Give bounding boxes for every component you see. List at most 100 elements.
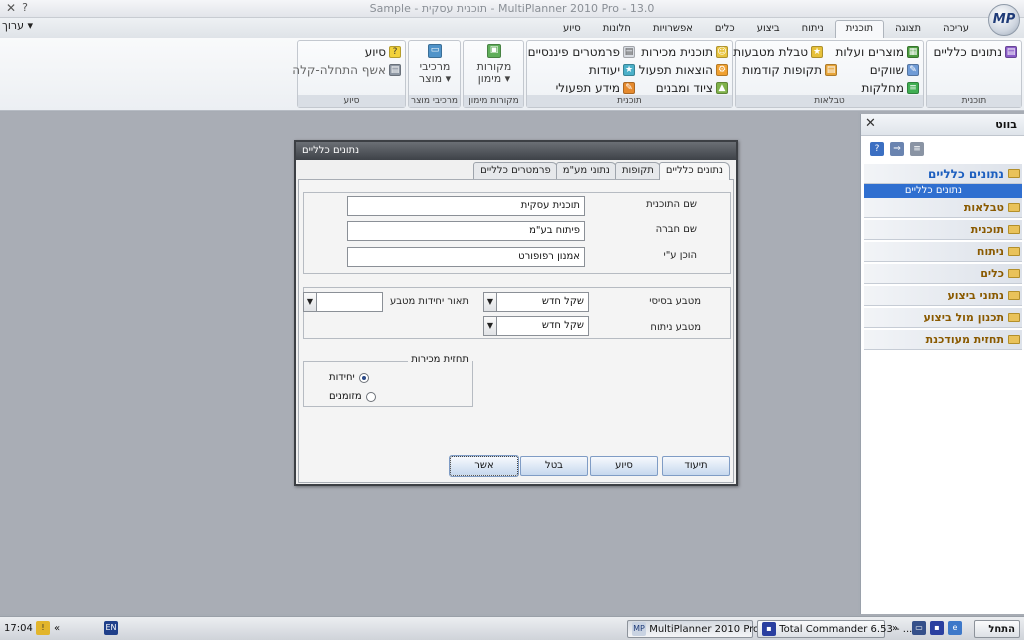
group-label: מרכיבי מוצר — [409, 95, 460, 107]
plan-name-field[interactable]: תוכנית עסקית — [347, 196, 585, 216]
tab-edit[interactable]: עריכה — [932, 20, 980, 38]
folder-icon — [1008, 203, 1020, 212]
company-label: שם חברה — [655, 224, 697, 235]
panel-item-tables[interactable]: טבלאות — [864, 198, 1022, 218]
group-label: טבלאות — [736, 95, 923, 107]
language-indicator[interactable]: EN — [104, 620, 118, 638]
panel-item-analysis[interactable]: ניתוח — [864, 242, 1022, 262]
folder-icon — [1008, 291, 1020, 300]
tab-help[interactable]: סיוע — [552, 20, 592, 38]
quicklaunch-expand-icon[interactable]: » — [892, 620, 898, 638]
financial-params-button[interactable]: ▤ פרמטרים פיננסיים — [528, 44, 635, 60]
operating-expenses-button[interactable]: ⚙ הוצאות תפעול — [639, 62, 728, 78]
edit-menu[interactable]: ערוך ▾ — [2, 19, 33, 32]
chevron-down-icon[interactable]: ▼ — [304, 293, 317, 311]
close-icon[interactable]: ✕ — [865, 116, 876, 131]
radio-cash[interactable]: מזומנים — [329, 391, 376, 402]
expenses-icon: ⚙ — [716, 64, 728, 76]
ribbon-group-help: ? סיוע ▤ אשף התחלה-קלה סיוע — [292, 40, 406, 108]
currency-table-button[interactable]: ★ טבלת מטבעות — [733, 44, 823, 60]
currency-unit-select[interactable]: ▼ — [303, 292, 383, 312]
info-icon: ✎ — [623, 82, 635, 94]
panel-subitem-general-data[interactable]: נתונים כלליים — [864, 184, 1022, 198]
browser-icon[interactable]: e — [948, 620, 962, 638]
dialog-title: נתונים כלליים — [296, 142, 736, 160]
taskbar-total-commander[interactable]: ▪ Total Commander 6.53 - ... — [757, 620, 912, 638]
chevron-down-icon[interactable]: ▼ — [484, 317, 497, 335]
tab-plan[interactable]: תוכנית — [834, 20, 885, 38]
sales-forecast-legend: תחזית מכירות — [408, 354, 472, 365]
help-icon[interactable]: ? — [870, 142, 884, 156]
markets-button[interactable]: ✎ שווקים — [870, 62, 919, 78]
panel-item-tools[interactable]: כלים — [864, 264, 1022, 284]
ribbon-tab-bar: עריכה תצוגה תוכנית ניתוח ביצוע כלים אפשר… — [0, 18, 1024, 38]
group-label: סיוע — [298, 95, 405, 107]
product-components-button[interactable]: ▭ מרכיבי מוצר ▾ — [412, 43, 458, 85]
tab-windows[interactable]: חלונות — [592, 20, 642, 38]
group-label: תוכנית — [527, 95, 732, 107]
tab-view[interactable]: תצוגה — [884, 20, 932, 38]
chevron-down-icon[interactable]: ▼ — [484, 293, 497, 311]
disk-icon[interactable]: ▪ — [930, 620, 944, 638]
group-label: תוכנית — [927, 95, 1021, 107]
radio-button-selected[interactable] — [358, 372, 369, 383]
star-icon: ★ — [811, 46, 823, 58]
tab-tools[interactable]: כלים — [704, 20, 746, 38]
tab-general-params[interactable]: פרמטרים כלליים — [473, 162, 558, 180]
documentation-button[interactable]: תיעוד — [662, 456, 730, 476]
panel-toolbar: ? ⇒ ≡ — [870, 142, 924, 156]
tab-analysis[interactable]: ניתוח — [791, 20, 835, 38]
panel-header: ✕ בווט — [861, 114, 1024, 136]
departments-button[interactable]: ≡ מחלקות — [862, 80, 919, 96]
panel-item-general-data[interactable]: נתונים כלליים — [864, 164, 1022, 184]
sales-plan-button[interactable]: ☺ תוכנית מכירות — [641, 44, 728, 60]
products-cost-button[interactable]: ▦ מוצרים ועלות — [835, 44, 919, 60]
taskbar-multiplanner[interactable]: MP MultiPlanner 2010 Pro - 1... — [627, 620, 785, 638]
help-button[interactable]: סיוע — [590, 456, 658, 476]
panel-item-updated-forecast[interactable]: תחזית מעודכנת — [864, 330, 1022, 350]
quick-start-wizard-button[interactable]: ▤ אשף התחלה-קלה — [292, 62, 401, 78]
panel-item-plan-vs-execution[interactable]: תכנון מול ביצוע — [864, 308, 1022, 328]
tab-periods[interactable]: תקופות — [614, 162, 661, 180]
prepared-by-field[interactable]: אמנון רפופורט — [347, 247, 585, 267]
radio-units[interactable]: יחידות — [329, 372, 369, 383]
navigation-panel: ✕ בווט ? ⇒ ≡ נתונים כלליים נתונים כלליים… — [860, 114, 1024, 614]
radio-button[interactable] — [365, 391, 376, 402]
help-button[interactable]: ? סיוע — [365, 44, 401, 60]
ok-button[interactable]: אשר — [449, 455, 519, 477]
folder-icon — [1008, 269, 1020, 278]
company-field[interactable]: פיתוח בע"מ — [347, 221, 585, 241]
window-title: Sample - תוכנית עסקית - MultiPlanner 201… — [369, 2, 655, 15]
previous-periods-button[interactable]: ▤ תקופות קודמות — [742, 62, 837, 78]
targets-button[interactable]: ★ יעודות — [589, 62, 635, 78]
shield-icon[interactable]: ! — [36, 620, 50, 638]
operating-info-button[interactable]: ✎ מידע תפעולי — [556, 80, 635, 96]
ribbon-group-plan-items: ☺ תוכנית מכירות ▤ פרמטרים פיננסיים ⚙ הוצ… — [526, 40, 733, 108]
ribbon-group-tables: ▦ מוצרים ועלות ★ טבלת מטבעות ✎ שווקים ▤ … — [733, 40, 924, 108]
panel-item-execution-data[interactable]: נתוני ביצוע — [864, 286, 1022, 306]
title-bar: ✕ ? Sample - תוכנית עסקית - MultiPlanner… — [0, 0, 1024, 18]
export-icon[interactable]: ⇒ — [890, 142, 904, 156]
general-data-dialog: נתונים כלליים נתונים כלליים תקופות נתוני… — [294, 140, 738, 486]
cancel-button[interactable]: בטל — [520, 456, 588, 476]
analysis-currency-select[interactable]: שקל חדש ▼ — [483, 316, 589, 336]
tab-execution[interactable]: ביצוע — [746, 20, 791, 38]
sales-plan-icon: ☺ — [716, 46, 728, 58]
tray-expand-icon[interactable]: « — [54, 620, 60, 638]
app-logo[interactable]: MP — [988, 4, 1020, 36]
dialog-tabs: נתונים כלליים תקופות נתוני מע"מ פרמטרים … — [473, 162, 730, 180]
tab-general-data[interactable]: נתונים כלליים — [658, 162, 730, 180]
start-button[interactable]: התחל — [974, 620, 1020, 638]
tab-vat-data[interactable]: נתוני מע"מ — [555, 162, 617, 180]
equipment-button[interactable]: ▲ ציוד ומבנים — [656, 80, 728, 96]
products-icon: ▦ — [907, 46, 919, 58]
base-currency-select[interactable]: שקל חדש ▼ — [483, 292, 589, 312]
tab-options[interactable]: אפשרויות — [642, 20, 704, 38]
base-currency-label: מטבע בסיסי — [649, 296, 701, 307]
general-data-button[interactable]: ▤ נתונים כלליים — [933, 44, 1017, 60]
desktop-icon[interactable]: ▭ — [912, 620, 926, 638]
funding-sources-button[interactable]: ▣ מקורות מימון ▾ — [468, 43, 520, 85]
equipment-icon: ▲ — [716, 82, 728, 94]
panel-item-plan[interactable]: תוכנית — [864, 220, 1022, 240]
list-icon[interactable]: ≡ — [910, 142, 924, 156]
